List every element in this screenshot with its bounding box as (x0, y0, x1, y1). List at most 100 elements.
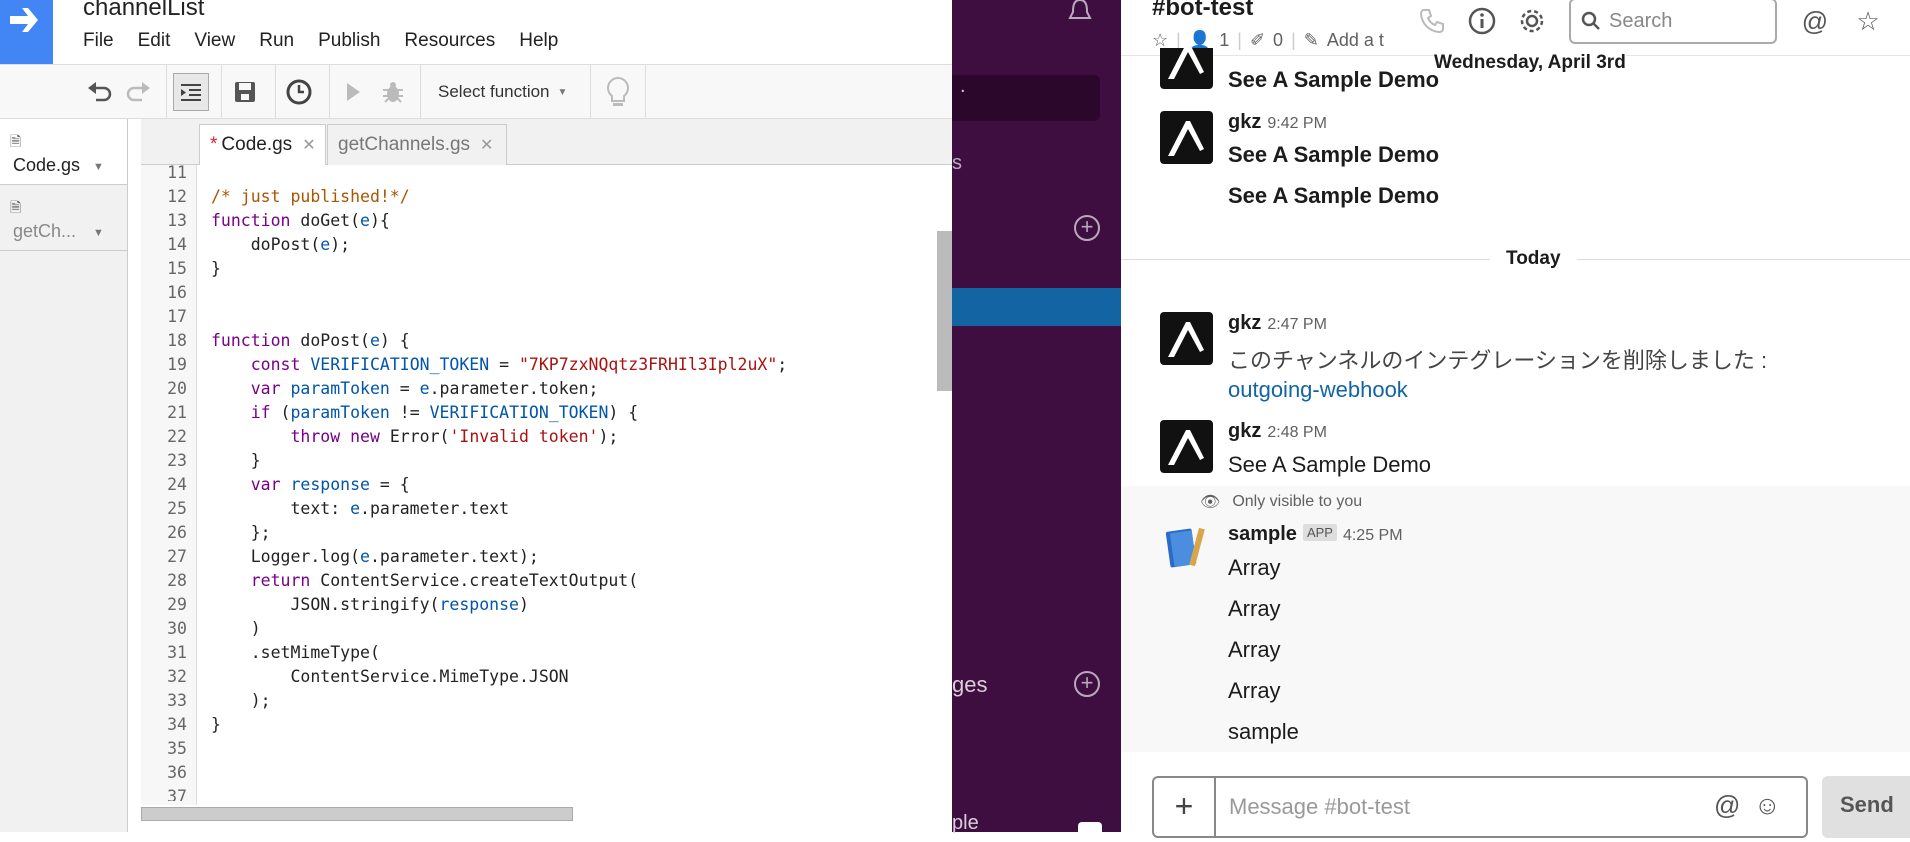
only-visible-notice: 👁 Only visible to you (1200, 492, 1362, 512)
members-icon[interactable]: 👤 (1189, 30, 1211, 51)
apps-script-logo[interactable] (0, 0, 53, 64)
code-line[interactable]: text: e.parameter.text (211, 499, 509, 518)
code-line[interactable]: var paramToken = e.parameter.token; (211, 379, 599, 398)
code-line[interactable]: Logger.log(e.parameter.text); (211, 547, 539, 566)
save-icon[interactable] (229, 73, 261, 111)
indent-icon[interactable] (173, 73, 209, 111)
pin-icon[interactable]: ✐ (1250, 30, 1265, 51)
line-number: 23 (167, 451, 187, 470)
code-line[interactable]: ); (211, 691, 271, 710)
close-icon[interactable]: ✕ (480, 135, 493, 155)
file-item-getchannels[interactable]: 🗎 getCh... ▼ (0, 185, 127, 251)
menu-help[interactable]: Help (519, 30, 558, 52)
close-icon[interactable]: ✕ (302, 135, 315, 155)
message-time[interactable]: 2:48 PM (1267, 424, 1327, 441)
lightbulb-icon[interactable] (603, 73, 633, 111)
undo-icon[interactable] (84, 73, 114, 111)
code-line[interactable]: doPost(e); (211, 235, 350, 254)
message-input[interactable]: Message #bot-test (1229, 794, 1410, 820)
line-number: 11 (167, 163, 187, 182)
code-line[interactable]: function doPost(e) { (211, 331, 410, 350)
message-line: sample (1228, 719, 1299, 744)
file-item-code[interactable]: 🗎 Code.gs ▼ (0, 119, 127, 185)
message-time[interactable]: 4:25 PM (1343, 527, 1403, 544)
pin-count[interactable]: 0 (1273, 30, 1283, 51)
avatar[interactable] (1160, 420, 1213, 473)
redo-icon[interactable] (124, 73, 154, 111)
triggers-clock-icon[interactable] (283, 73, 315, 111)
menu-file[interactable]: File (83, 30, 114, 52)
channel-name[interactable]: #bot-test (1152, 0, 1253, 22)
sidebar-jump-box[interactable]: . (952, 75, 1100, 121)
message-author[interactable]: sample APP 4:25 PM (1228, 523, 1403, 546)
line-number: 19 (167, 355, 187, 374)
run-icon[interactable] (341, 73, 365, 111)
message-author[interactable]: gkz 9:42 PM (1228, 111, 1327, 134)
message-author[interactable]: gkz 2:48 PM (1228, 420, 1327, 443)
code-line[interactable]: .setMimeType( (211, 643, 380, 662)
member-count[interactable]: 1 (1219, 30, 1229, 51)
sidebar-section-messages[interactable]: ges (952, 672, 987, 698)
message-time[interactable]: 2:47 PM (1267, 316, 1327, 333)
starred-star-icon[interactable]: ☆ (1851, 4, 1885, 38)
pencil-icon[interactable]: ✎ (1304, 30, 1319, 51)
app-avatar[interactable] (1160, 522, 1213, 575)
select-function-dropdown[interactable]: Select function ▼ (420, 73, 580, 111)
star-icon[interactable]: ☆ (1152, 30, 1168, 51)
author-name[interactable]: gkz (1228, 111, 1261, 133)
code-line[interactable]: const VERIFICATION_TOKEN = "7KP7zxNQqtz3… (211, 355, 787, 374)
line-number: 24 (167, 475, 187, 494)
author-name[interactable]: sample (1228, 523, 1297, 545)
message-time[interactable]: 9:42 PM (1267, 115, 1327, 132)
tab-getchannels-gs[interactable]: getChannels.gs ✕ (327, 124, 507, 165)
debug-bug-icon[interactable] (378, 73, 408, 111)
tab-code-gs[interactable]: * Code.gs ✕ (199, 124, 326, 165)
avatar[interactable] (1160, 111, 1213, 164)
code-line[interactable]: ) (211, 619, 261, 638)
mentions-at-icon[interactable]: @ (1798, 4, 1832, 38)
phone-icon[interactable] (1415, 4, 1449, 38)
gear-icon[interactable] (1515, 4, 1549, 38)
mention-at-icon[interactable]: @ (1714, 790, 1740, 821)
info-icon[interactable] (1465, 4, 1499, 38)
code-line[interactable]: return ContentService.createTextOutput( (211, 571, 638, 590)
menu-view[interactable]: View (194, 30, 235, 52)
code-line[interactable]: function doGet(e){ (211, 211, 390, 230)
send-button[interactable]: Send (1822, 776, 1910, 838)
chevron-down-icon[interactable]: ▼ (93, 227, 104, 239)
add-channel-plus-icon[interactable]: + (1074, 215, 1100, 241)
menu-edit[interactable]: Edit (138, 30, 171, 52)
project-title[interactable]: channelList (83, 0, 204, 22)
code-line[interactable]: var response = { (211, 475, 410, 494)
code-line[interactable]: ContentService.MimeType.JSON (211, 667, 568, 686)
add-topic[interactable]: Add a t (1327, 30, 1384, 51)
code-line[interactable]: } (211, 715, 221, 734)
avatar[interactable] (1160, 312, 1213, 365)
attach-plus-icon[interactable]: + (1154, 778, 1216, 836)
only-visible-label: Only visible to you (1232, 493, 1363, 510)
line-number: 25 (167, 499, 187, 518)
chevron-down-icon[interactable]: ▼ (93, 161, 104, 173)
emoji-icon[interactable]: ☺ (1754, 790, 1781, 821)
message-author[interactable]: gkz 2:47 PM (1228, 312, 1327, 335)
code-line[interactable]: } (211, 259, 221, 278)
author-name[interactable]: gkz (1228, 312, 1261, 334)
line-number: 18 (167, 331, 187, 350)
menu-publish[interactable]: Publish (318, 30, 380, 52)
code-line[interactable]: } (211, 451, 261, 470)
sidebar-item-active[interactable] (952, 288, 1121, 326)
message-link[interactable]: outgoing-webhook (1228, 377, 1408, 403)
code-line[interactable]: }; (211, 523, 271, 542)
menu-run[interactable]: Run (259, 30, 294, 52)
vertical-scrollbar[interactable] (937, 231, 952, 391)
code-line[interactable]: if (paramToken != VERIFICATION_TOKEN) { (211, 403, 638, 422)
menu-resources[interactable]: Resources (404, 30, 495, 52)
code-line[interactable]: JSON.stringify(response) (211, 595, 528, 614)
bell-icon[interactable] (1067, 0, 1093, 22)
code-line[interactable]: throw new Error('Invalid token'); (211, 427, 618, 446)
horizontal-scrollbar[interactable] (141, 807, 573, 821)
add-message-plus-icon[interactable]: + (1074, 671, 1100, 697)
search-input[interactable]: Search (1569, 0, 1777, 44)
author-name[interactable]: gkz (1228, 420, 1261, 442)
code-line[interactable]: /* just published!*/ (211, 187, 410, 206)
